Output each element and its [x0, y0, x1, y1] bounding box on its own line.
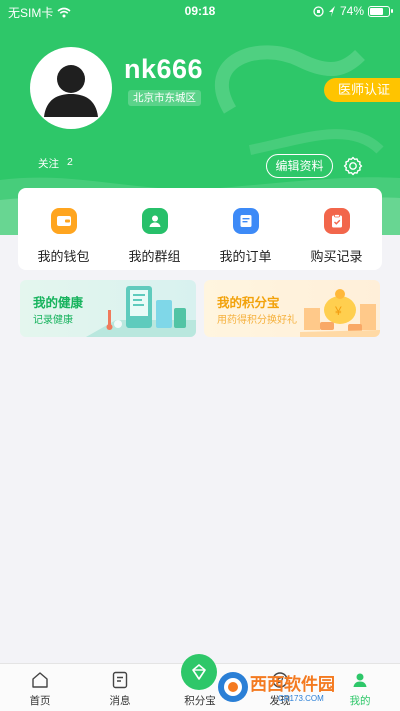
follow-count: 2 [67, 156, 73, 168]
points-illustration: ¥ [300, 289, 380, 337]
purchase-record-icon [323, 208, 350, 234]
battery-percent: 74% [339, 4, 364, 18]
menu-item-groups[interactable]: 我的群组 [109, 188, 200, 270]
watermark-brand: 西西软件园 [250, 674, 335, 694]
status-bar: 无SIM卡 09:18 74% [0, 0, 400, 22]
menu-label: 我的钱包 [37, 249, 90, 264]
location-arrow-icon [328, 5, 335, 17]
health-title: 我的健康 [33, 296, 84, 310]
tab-messages[interactable]: 消息 [80, 664, 160, 711]
health-illustration [86, 286, 196, 337]
tab-label: 积分宝 [184, 695, 216, 707]
watermark-url: CR173.COM [278, 694, 324, 703]
points-icon [192, 664, 206, 680]
message-icon [112, 671, 128, 689]
home-icon [32, 672, 48, 688]
battery-fill [370, 7, 383, 15]
menu-label: 购买记录 [310, 249, 363, 264]
points-subtitle: 用药得积分换好礼 [217, 315, 297, 326]
tab-label: 首页 [29, 695, 51, 707]
tab-home[interactable]: 首页 [0, 664, 80, 711]
points-title: 我的积分宝 [217, 296, 280, 310]
settings-gear-icon[interactable] [341, 154, 365, 178]
menu-item-purchase-records[interactable]: 购买记录 [291, 188, 382, 270]
default-avatar-icon [44, 65, 98, 117]
quick-menu: 我的钱包 我的群组 我的订单 购买记录 [18, 188, 382, 270]
watermark-logo: 西西软件园 CR173.COM [218, 672, 335, 703]
tab-label: 消息 [109, 695, 131, 707]
svg-text:¥: ¥ [334, 304, 342, 318]
location-tag: 北京市东城区 [128, 90, 201, 106]
wallet-icon [50, 208, 77, 234]
group-icon [141, 208, 168, 234]
follow-label: 关注 [38, 158, 59, 170]
my-points-card[interactable]: 我的积分宝 用药得积分换好礼 ¥ [204, 280, 380, 337]
edit-profile-button[interactable]: 编辑资料 [266, 154, 333, 178]
orientation-lock-icon [313, 5, 324, 17]
follow-info[interactable]: 关注 2 [38, 156, 73, 171]
menu-label: 我的群组 [128, 249, 181, 264]
battery-icon [368, 5, 393, 17]
points-center-button[interactable] [181, 654, 217, 690]
menu-item-wallet[interactable]: 我的钱包 [18, 188, 109, 270]
my-health-card[interactable]: 我的健康 记录健康 [20, 280, 196, 337]
menu-label: 我的订单 [219, 249, 272, 264]
doctor-certification-button[interactable]: 医师认证 [323, 78, 400, 102]
order-icon [232, 208, 259, 234]
health-subtitle: 记录健康 [33, 315, 73, 326]
username: nk666 [124, 54, 204, 84]
menu-item-orders[interactable]: 我的订单 [200, 188, 291, 270]
avatar[interactable] [30, 47, 112, 129]
